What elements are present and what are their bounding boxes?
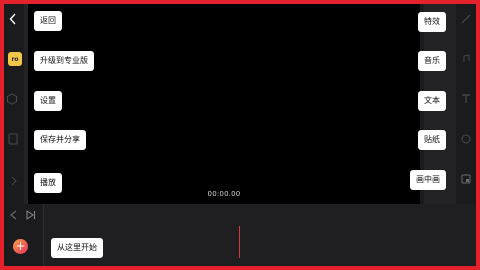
- settings-callout: 设置: [34, 91, 62, 111]
- play-icon[interactable]: [8, 175, 20, 187]
- effects-icon[interactable]: [460, 12, 472, 26]
- timecode: 00:00.00: [207, 190, 241, 198]
- back-callout: 返回: [34, 11, 62, 31]
- music-icon[interactable]: [460, 52, 472, 66]
- sticker-callout: 贴纸: [418, 130, 446, 150]
- play-callout: 播放: [34, 173, 62, 193]
- save-share-callout: 保存并分享: [34, 130, 86, 150]
- text-icon[interactable]: [460, 92, 472, 106]
- start-here-callout: 从这里开始: [51, 238, 103, 258]
- pro-badge-icon[interactable]: ro: [8, 52, 22, 66]
- text-callout: 文本: [418, 91, 446, 111]
- pip-callout: 画中画: [410, 170, 446, 190]
- pip-icon[interactable]: [460, 172, 472, 186]
- video-preview[interactable]: 00:00.00: [28, 4, 420, 204]
- save-share-icon[interactable]: [6, 132, 20, 146]
- undo-icon[interactable]: [8, 210, 18, 220]
- skip-icon[interactable]: [26, 210, 36, 220]
- upgrade-callout: 升级到专业版: [34, 51, 94, 71]
- back-icon[interactable]: [7, 12, 19, 26]
- settings-icon[interactable]: [5, 92, 19, 106]
- music-callout: 音乐: [418, 51, 446, 71]
- sticker-icon[interactable]: [460, 132, 472, 146]
- effects-callout: 特效: [418, 12, 446, 32]
- playhead[interactable]: [239, 226, 240, 258]
- add-media-button[interactable]: +: [13, 239, 28, 254]
